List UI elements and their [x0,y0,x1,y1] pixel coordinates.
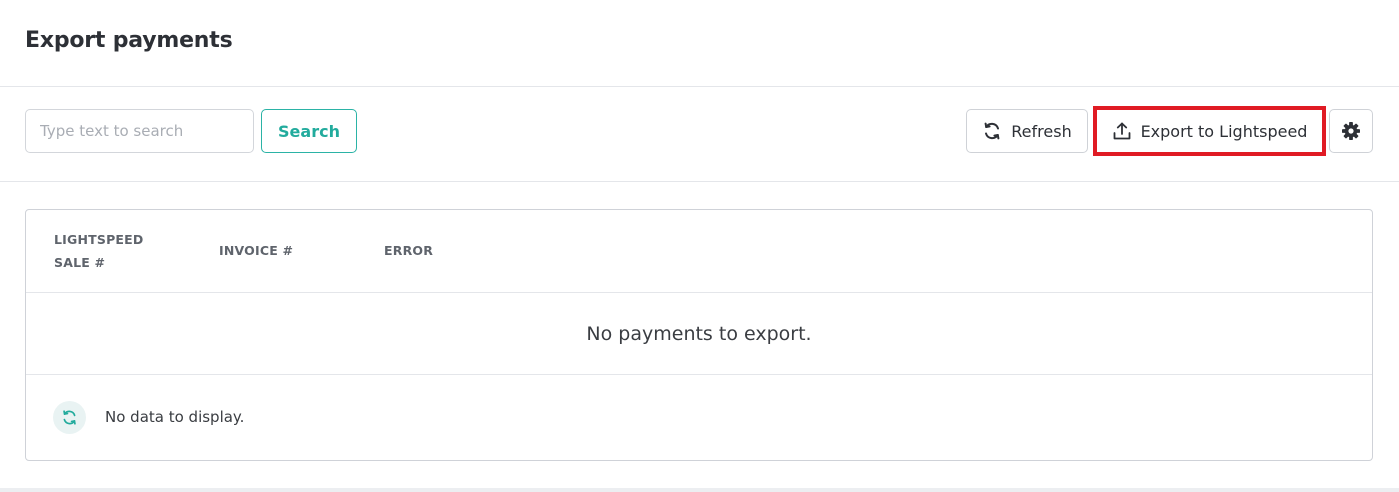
page-header: Export payments [0,0,1399,87]
column-header-error[interactable]: ERROR [384,239,433,262]
refresh-icon[interactable] [53,401,86,434]
payments-table: LIGHTSPEED SALE # INVOICE # ERROR No pay… [25,209,1373,461]
search-button[interactable]: Search [261,109,357,153]
search-input[interactable] [25,109,254,153]
column-header-lightspeed-sale[interactable]: LIGHTSPEED SALE # [54,228,164,274]
table-header: LIGHTSPEED SALE # INVOICE # ERROR [26,210,1372,293]
upload-icon [1112,121,1132,141]
page-title: Export payments [25,28,233,53]
export-payments-page: Export payments Search Refresh [0,0,1399,492]
export-to-lightspeed-button[interactable]: Export to Lightspeed [1093,106,1326,156]
gear-icon [1341,121,1361,141]
refresh-icon [982,121,1002,141]
refresh-button-label: Refresh [1011,121,1072,141]
export-button-label: Export to Lightspeed [1140,121,1308,141]
footer-message: No data to display. [105,408,245,426]
settings-button[interactable] [1329,109,1373,153]
table-footer: No data to display. [26,375,1372,461]
column-header-invoice[interactable]: INVOICE # [219,239,293,262]
toolbar: Search Refresh Export to Light [0,87,1399,182]
refresh-button[interactable]: Refresh [966,109,1088,153]
empty-message: No payments to export. [26,293,1372,375]
